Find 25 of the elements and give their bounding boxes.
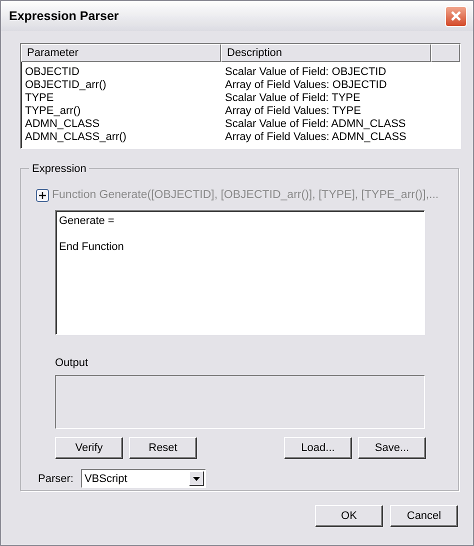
code-editor[interactable]: Generate = End Function	[55, 210, 425, 336]
expand-icon[interactable]	[36, 189, 49, 202]
parameter-row[interactable]: OBJECTID Scalar Value of Field: OBJECTID	[21, 66, 460, 79]
dropdown-arrow-icon	[193, 476, 200, 481]
parameter-row[interactable]: ADMN_CLASS_arr() Array of Field Values: ADMN_CLASS	[21, 131, 460, 144]
function-header: Function Generate([OBJECTID], [OBJECTID_arr()], [TYPE], [TYPE_arr()],...	[52, 188, 439, 203]
parameter-row[interactable]: OBJECTID_arr() Array of Field Values: OBJECTID	[21, 79, 460, 92]
close-button[interactable]	[445, 6, 467, 26]
parameter-row[interactable]: TYPE Scalar Value of Field: TYPE	[21, 92, 460, 105]
window-title: Expression Parser	[9, 8, 119, 25]
column-header[interactable]: Parameter	[21, 44, 221, 62]
parser-dropdown[interactable]: VBScript	[81, 469, 206, 488]
column-header[interactable]: Description	[221, 44, 431, 62]
close-icon	[450, 10, 462, 22]
dialog-button[interactable]: Cancel	[390, 505, 458, 527]
action-button[interactable]: Save...	[358, 437, 426, 460]
action-button[interactable]: Reset	[129, 437, 197, 460]
action-button[interactable]: Verify	[55, 437, 123, 460]
parameter-row[interactable]: ADMN_CLASS Scalar Value of Field: ADMN_CLASS	[21, 118, 460, 131]
dialog-button[interactable]: OK	[315, 505, 383, 527]
parser-label: Parser:	[38, 472, 74, 486]
group-title: Expression	[29, 161, 90, 178]
output-label: Output	[55, 356, 90, 371]
action-button[interactable]: Load...	[284, 437, 352, 460]
parameter-row[interactable]: TYPE_arr() Array of Field Values: TYPE	[21, 105, 460, 118]
